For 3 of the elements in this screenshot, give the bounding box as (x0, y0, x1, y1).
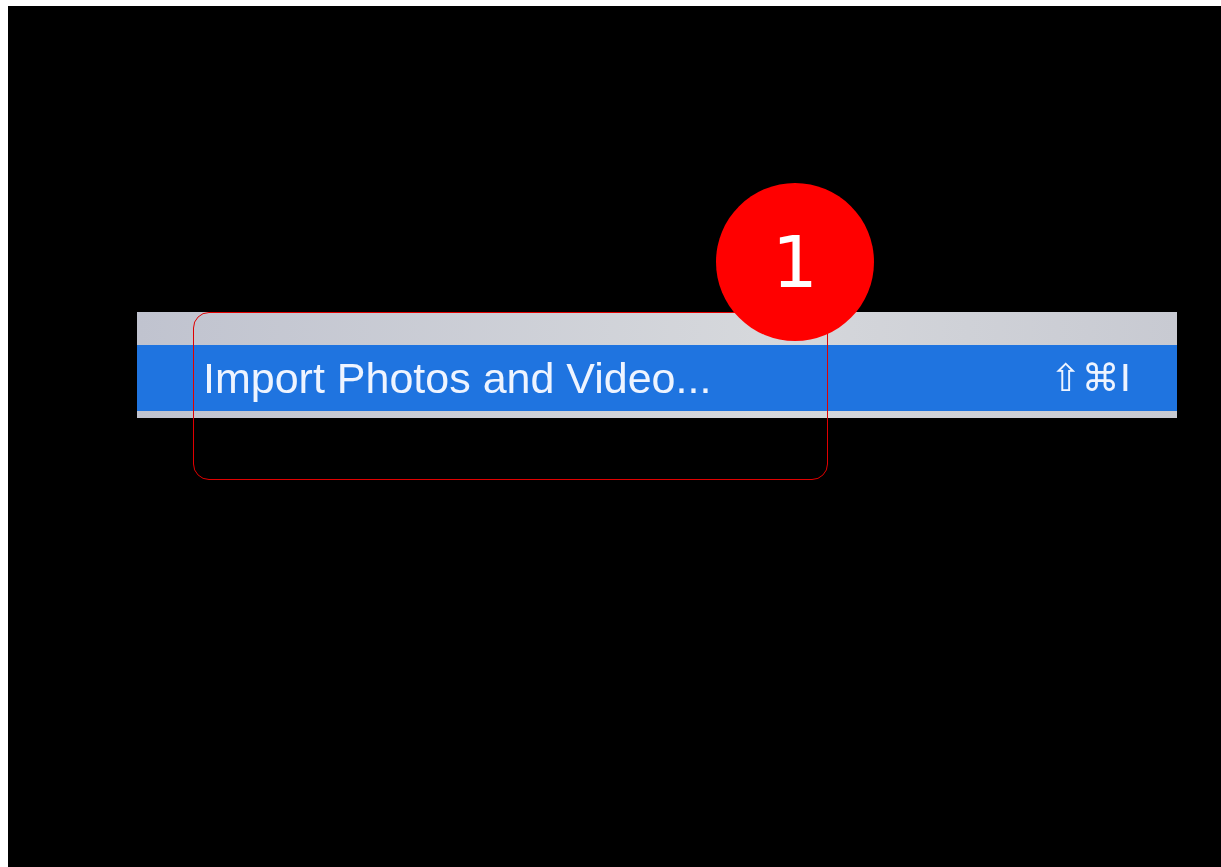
shortcut-label: ⇧⌘I (1049, 356, 1131, 400)
step-badge: 1 (716, 183, 874, 341)
menu-item[interactable]: Import Photos and Video... ⇧⌘I (137, 345, 1177, 411)
